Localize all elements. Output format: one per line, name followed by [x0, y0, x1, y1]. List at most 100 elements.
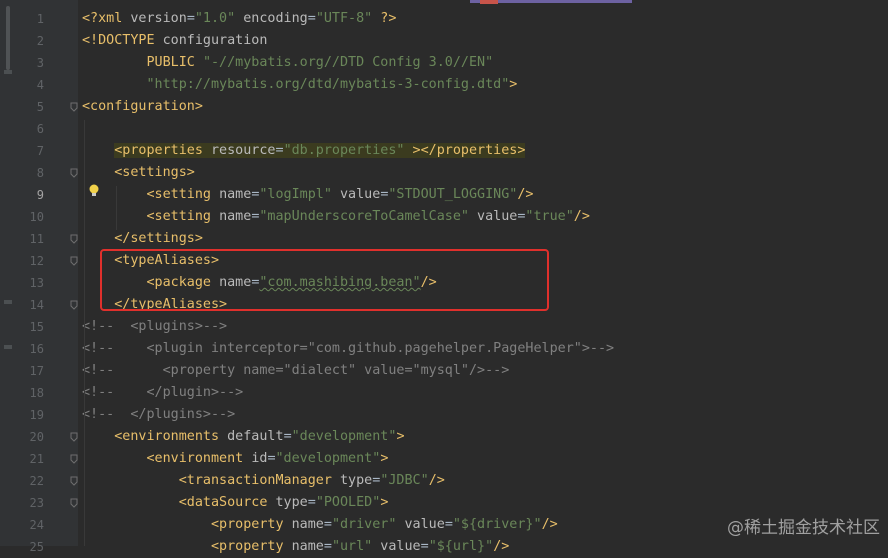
code-text[interactable]: "http://mybatis.org/dtd/mybatis-3-config…: [82, 74, 518, 96]
fold-marker-icon[interactable]: [70, 454, 78, 464]
code-token: "${driver}": [452, 517, 542, 532]
code-text[interactable]: <properties resource="db.properties" ></…: [82, 140, 526, 162]
code-token: <property: [211, 539, 292, 554]
code-text[interactable]: <settings>: [82, 162, 195, 184]
code-text[interactable]: PUBLIC "-//mybatis.org//DTD Config 3.0//…: [82, 52, 494, 74]
code-line-3[interactable]: 3 PUBLIC "-//mybatis.org//DTD Config 3.0…: [0, 52, 888, 74]
code-line-22[interactable]: 22 <transactionManager type="JDBC"/>: [0, 470, 888, 492]
line-number: 2: [36, 34, 44, 48]
code-token: <environment: [146, 451, 252, 466]
code-line-5[interactable]: 5 <configuration>: [0, 96, 888, 118]
code-line-19[interactable]: 19 <!-- </plugins>-->: [0, 404, 888, 426]
code-text[interactable]: <dataSource type="POOLED">: [82, 492, 389, 514]
code-text[interactable]: <!DOCTYPE configuration: [82, 30, 267, 52]
line-number: 1: [36, 12, 44, 26]
code-text[interactable]: </settings>: [82, 228, 203, 250]
code-token: version: [130, 11, 187, 26]
code-text[interactable]: <environments default="development">: [82, 426, 404, 448]
line-number: 22: [29, 474, 44, 488]
code-text[interactable]: <!-- <plugins>-->: [82, 316, 227, 338]
code-token: =: [323, 539, 332, 554]
code-text[interactable]: <!-- <plugin interceptor="com.github.pag…: [82, 338, 614, 360]
fold-marker-icon[interactable]: [70, 168, 78, 178]
code-line-18[interactable]: 18 <!-- </plugin>-->: [0, 382, 888, 404]
code-line-21[interactable]: 21 <environment id="development">: [0, 448, 888, 470]
code-token: =: [307, 11, 316, 26]
code-token: value: [372, 539, 421, 554]
code-token: "driver": [331, 517, 397, 532]
code-token: >: [509, 77, 518, 92]
code-token: name: [219, 209, 252, 224]
line-number: 9: [36, 188, 44, 202]
indent-guide: [116, 186, 117, 230]
code-line-6[interactable]: 6: [0, 118, 888, 140]
code-line-25[interactable]: 25 <property name="url" value="${url}"/>: [0, 536, 888, 558]
line-number: 4: [36, 78, 44, 92]
code-line-10[interactable]: 10 <setting name="mapUnderscoreToCamelCa…: [0, 206, 888, 228]
code-token: "UTF-8": [315, 11, 373, 26]
code-line-2[interactable]: 2 <!DOCTYPE configuration: [0, 30, 888, 52]
code-text[interactable]: <?xml version="1.0" encoding="UTF-8" ?>: [82, 8, 396, 30]
code-token: ></properties>: [404, 143, 526, 158]
code-token: =: [283, 429, 292, 444]
line-number: 14: [29, 298, 44, 312]
code-line-11[interactable]: 11 </settings>: [0, 228, 888, 250]
code-line-17[interactable]: 17 <!-- <property name="dialect" value="m…: [0, 360, 888, 382]
code-line-9[interactable]: 9 <setting name="logImpl" value="STDOUT_…: [0, 184, 888, 206]
code-token: >: [380, 495, 389, 510]
code-token: =: [444, 517, 453, 532]
fold-marker-icon[interactable]: [70, 102, 78, 112]
line-number: 8: [36, 166, 44, 180]
code-token: PUBLIC: [146, 55, 203, 70]
code-line-20[interactable]: 20 <environments default="development">: [0, 426, 888, 448]
code-token: "-//mybatis.org//DTD Config 3.0//EN": [202, 55, 494, 70]
code-text[interactable]: <setting name="logImpl" value="STDOUT_LO…: [82, 184, 534, 206]
code-line-7[interactable]: 7 <properties resource="db.properties" >…: [0, 140, 888, 162]
code-token: "url": [331, 539, 373, 554]
fold-marker-icon[interactable]: [70, 498, 78, 508]
line-number: 11: [29, 232, 44, 246]
code-line-1[interactable]: 1 <?xml version="1.0" encoding="UTF-8" ?>: [0, 8, 888, 30]
code-text[interactable]: <setting name="mapUnderscoreToCamelCase"…: [82, 206, 590, 228]
code-token: <!-- </plugin>-->: [82, 385, 244, 400]
code-token: "development": [275, 451, 381, 466]
code-token: "1.0": [194, 11, 236, 26]
line-number: 10: [29, 210, 44, 224]
line-number: 20: [29, 430, 44, 444]
code-line-8[interactable]: 8 <settings>: [0, 162, 888, 184]
code-token: <!-- <property name="dialect" value="mys…: [82, 363, 510, 378]
code-line-23[interactable]: 23 <dataSource type="POOLED">: [0, 492, 888, 514]
fold-marker-icon[interactable]: [70, 476, 78, 486]
line-number: 16: [29, 342, 44, 356]
code-text[interactable]: <property name="driver" value="${driver}…: [82, 514, 558, 536]
code-token: =: [275, 143, 284, 158]
code-text[interactable]: <!-- </plugins>-->: [82, 404, 235, 426]
code-line-16[interactable]: 16 <!-- <plugin interceptor="com.github.p…: [0, 338, 888, 360]
code-token: <properties: [114, 143, 211, 158]
code-token: name: [291, 517, 324, 532]
fold-marker-icon[interactable]: [70, 300, 78, 310]
code-token: <dataSource: [178, 495, 276, 510]
code-text[interactable]: <property name="url" value="${url}"/>: [82, 536, 509, 558]
line-number: 12: [29, 254, 44, 268]
code-text[interactable]: <environment id="development">: [82, 448, 389, 470]
fold-marker-icon[interactable]: [70, 234, 78, 244]
fold-marker-icon[interactable]: [70, 256, 78, 266]
code-text[interactable]: <configuration>: [82, 96, 203, 118]
code-line-15[interactable]: 15 <!-- <plugins>-->: [0, 316, 888, 338]
line-number: 6: [36, 122, 44, 136]
code-token: value: [468, 209, 518, 224]
lightbulb-icon[interactable]: [88, 184, 100, 198]
code-line-4[interactable]: 4 "http://mybatis.org/dtd/mybatis-3-conf…: [0, 74, 888, 96]
code-text[interactable]: <!-- </plugin>-->: [82, 382, 243, 404]
code-text[interactable]: <!-- <property name="dialect" value="mys…: [82, 360, 509, 382]
indent-guide: [84, 120, 85, 546]
code-text[interactable]: <transactionManager type="JDBC"/>: [82, 470, 445, 492]
code-token: />: [517, 187, 534, 202]
fold-marker-icon[interactable]: [70, 432, 78, 442]
